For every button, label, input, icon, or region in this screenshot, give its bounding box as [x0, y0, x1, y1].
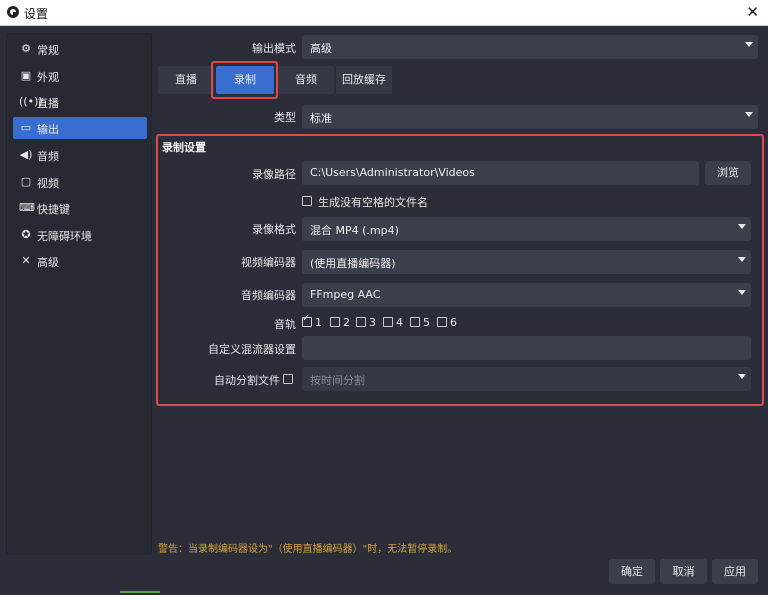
no-space-filename-checkbox[interactable]: [302, 196, 312, 206]
track-2-checkbox[interactable]: [330, 317, 340, 327]
chevron-down-icon: [738, 257, 746, 262]
track-number: 6: [450, 316, 457, 329]
chevron-down-icon: [738, 224, 746, 229]
output-mode-select[interactable]: 高级: [302, 35, 758, 59]
tab-audio[interactable]: 音频: [278, 66, 334, 94]
obs-logo-icon: [7, 6, 19, 18]
sidebar-item-label: 快捷键: [37, 203, 70, 216]
sidebar-item-appearance[interactable]: ▣ 外观: [13, 65, 147, 87]
sidebar-item-accessibility[interactable]: ✪ 无障碍环境: [13, 224, 147, 246]
audio-encoder-select[interactable]: FFmpeg AAC: [302, 283, 751, 307]
title-bar: 设置 ✕: [0, 0, 768, 26]
pause-warning-text: 警告：当录制编码器设为"（使用直播编码器）"时，无法暂停录制。: [158, 544, 458, 555]
track-number: 3: [369, 316, 376, 329]
track-5-checkbox[interactable]: [410, 317, 420, 327]
recording-settings-title: 录制设置: [162, 141, 206, 154]
broadcast-icon: ((•)): [19, 95, 43, 108]
status-indicator: [120, 591, 160, 593]
sidebar-item-output[interactable]: ▭ 输出: [13, 117, 147, 139]
type-select[interactable]: 标准: [302, 105, 758, 129]
track-3-checkbox[interactable]: [356, 317, 366, 327]
sidebar-item-label: 常规: [37, 44, 59, 57]
output-icon: ▭: [20, 121, 32, 134]
recording-format-label: 录像格式: [252, 223, 296, 236]
tab-replay-buffer[interactable]: 回放缓存: [336, 66, 392, 94]
window-title: 设置: [24, 7, 49, 21]
cancel-button[interactable]: 取消: [660, 559, 707, 584]
chevron-down-icon: [738, 290, 746, 295]
track-6-checkbox[interactable]: [437, 317, 447, 327]
recording-path-label: 录像路径: [252, 168, 296, 181]
ok-button[interactable]: 确定: [609, 559, 655, 584]
autosplit-checkbox[interactable]: [283, 374, 293, 384]
track-number: 4: [396, 316, 403, 329]
track-number: 1: [315, 316, 322, 329]
sidebar-item-label: 音频: [37, 150, 59, 163]
sidebar-item-video[interactable]: ▢ 视频: [13, 171, 147, 193]
sidebar-item-audio[interactable]: ◀) 音频: [13, 144, 147, 166]
sidebar-item-label: 直播: [37, 97, 59, 110]
output-mode-value: 高级: [310, 42, 332, 55]
output-mode-label: 输出模式: [252, 42, 296, 55]
audio-encoder-label: 音频编码器: [241, 289, 296, 302]
recording-format-value: 混合 MP4 (.mp4): [310, 224, 399, 237]
autosplit-value: 按时间分割: [310, 374, 365, 387]
sidebar-item-label: 外观: [37, 71, 59, 84]
browse-button[interactable]: 浏览: [705, 161, 751, 185]
sidebar-item-label: 无障碍环境: [37, 230, 92, 243]
no-space-filename-option[interactable]: 生成没有空格的文件名: [302, 194, 502, 209]
checkmark-icon: ✓: [302, 313, 311, 324]
sidebar-item-hotkeys[interactable]: ⌨ 快捷键: [13, 197, 147, 219]
autosplit-label: 自动分割文件: [214, 374, 280, 387]
type-label: 类型: [274, 111, 296, 124]
sidebar-item-label: 高级: [37, 256, 59, 269]
chevron-down-icon: [745, 42, 753, 47]
recording-format-select[interactable]: 混合 MP4 (.mp4): [302, 217, 751, 241]
sidebar-item-advanced[interactable]: ✕ 高级: [13, 250, 147, 272]
no-space-filename-label: 生成没有空格的文件名: [318, 196, 428, 209]
accessibility-icon: ✪: [21, 228, 31, 241]
chevron-down-icon: [745, 112, 753, 117]
sidebar-item-general[interactable]: ⚙ 常规: [13, 38, 147, 60]
speaker-icon: ◀): [19, 148, 33, 161]
wrench-icon: ✕: [21, 254, 31, 267]
track-number: 5: [423, 316, 430, 329]
monitor-icon: ▢: [20, 175, 32, 188]
appearance-icon: ▣: [20, 69, 32, 82]
recording-path-input[interactable]: C:\Users\Administrator\Videos: [302, 161, 699, 185]
chevron-down-icon: [738, 374, 746, 379]
autosplit-select[interactable]: 按时间分割: [302, 367, 751, 391]
track-number: 2: [343, 316, 350, 329]
sidebar-item-label: 输出: [37, 123, 59, 136]
keyboard-icon: ⌨: [19, 201, 35, 214]
audio-encoder-value: FFmpeg AAC: [310, 288, 381, 301]
sidebar-item-stream[interactable]: ((•)) 直播: [13, 91, 147, 113]
custom-muxer-input[interactable]: [302, 336, 751, 360]
custom-muxer-label: 自定义混流器设置: [208, 343, 296, 356]
recording-path-value: C:\Users\Administrator\Videos: [310, 166, 475, 179]
track-4-checkbox[interactable]: [383, 317, 393, 327]
video-encoder-select[interactable]: (使用直播编码器): [302, 250, 751, 274]
audio-tracks-label: 音轨: [274, 318, 296, 331]
type-value: 标准: [310, 112, 332, 125]
close-icon[interactable]: ✕: [746, 3, 759, 21]
apply-button[interactable]: 应用: [712, 559, 758, 584]
video-encoder-value: (使用直播编码器): [310, 257, 396, 270]
gear-icon: ⚙: [21, 42, 31, 55]
tab-stream[interactable]: 直播: [158, 66, 214, 94]
settings-sidebar: ⚙ 常规 ▣ 外观 ((•)) 直播 ▭ 输出 ◀) 音频 ▢ 视频 ⌨ 快捷键…: [6, 33, 152, 555]
video-encoder-label: 视频编码器: [241, 256, 296, 269]
sidebar-item-label: 视频: [37, 177, 59, 190]
tab-highlight-box: [211, 61, 278, 99]
